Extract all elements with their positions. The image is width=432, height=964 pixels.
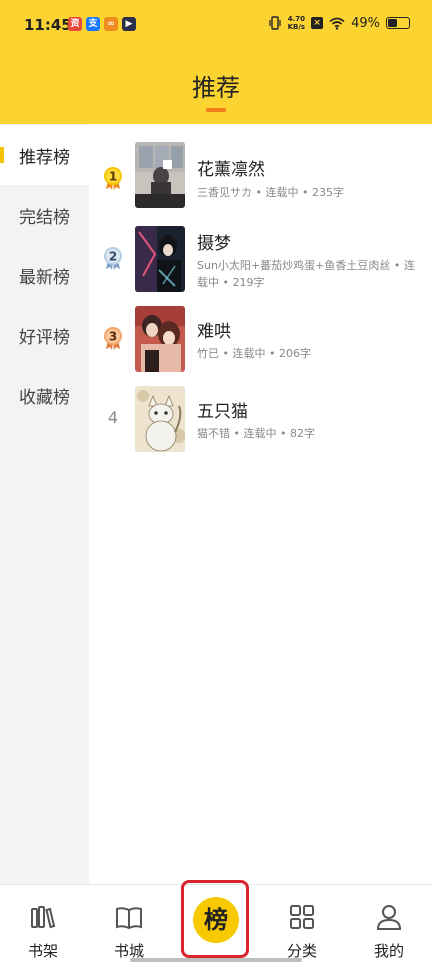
notification-icons: 资 支 ∞ ▶ [68, 17, 136, 31]
gold-medal-icon: 1 [104, 167, 122, 190]
status-bar: 11:45 资 支 ∞ ▶ 4.70 KB/s × 49% [0, 0, 432, 52]
open-book-icon [116, 907, 142, 930]
ranking-tab-highlight [181, 880, 249, 958]
page-title: 推荐 [192, 74, 240, 102]
orange-app-icon: ∞ [104, 17, 118, 31]
book-cover[interactable] [135, 226, 185, 292]
sidebar-item-favorites[interactable]: 收藏榜 [0, 365, 89, 425]
svg-text:3: 3 [109, 330, 117, 344]
nav-label: 书架 [27, 942, 58, 960]
nav-bookstore[interactable]: 书城 [86, 885, 172, 964]
book-cover[interactable] [135, 142, 185, 208]
book-title: 五只猫 [197, 402, 248, 422]
wifi-icon [329, 17, 345, 30]
book-cover[interactable] [135, 386, 185, 452]
home-indicator[interactable] [130, 958, 302, 962]
vibrate-icon [269, 16, 281, 30]
header: 11:45 资 支 ∞ ▶ 4.70 KB/s × 49% 推荐 [0, 0, 432, 124]
no-sim-icon: × [311, 17, 324, 29]
rank-number: 4 [107, 408, 119, 427]
book-title: 花薰凛然 [197, 160, 265, 180]
book-item[interactable]: 3 难哄 竹已 • 连载中 • 206字 [89, 302, 432, 378]
nav-category[interactable]: 分类 [259, 885, 345, 964]
book-cover[interactable] [135, 306, 185, 372]
book-meta: 竹已 • 连载中 • 206字 [197, 347, 311, 360]
battery-icon [386, 17, 410, 29]
sidebar-item-top-rated[interactable]: 好评榜 [0, 305, 89, 365]
sidebar-item-completed[interactable]: 完结榜 [0, 185, 89, 245]
sidebar-item-latest[interactable]: 最新榜 [0, 245, 89, 305]
bronze-medal-icon: 3 [104, 327, 122, 350]
status-time: 11:45 [24, 16, 72, 34]
nav-profile[interactable]: 我的 [346, 885, 432, 964]
book-cover-image [135, 142, 185, 208]
profile-icon [376, 905, 402, 930]
category-grid-icon [290, 905, 314, 929]
book-title: 难哄 [197, 322, 231, 342]
network-speed: 4.70 KB/s [287, 15, 306, 31]
book-item[interactable]: 1 花薰凛然 三香见サカ • 连载中 • 235字 [89, 142, 432, 218]
title-underline [206, 108, 226, 112]
nav-bookshelf[interactable]: 书架 [0, 885, 86, 964]
battery-percent: 49% [351, 15, 380, 31]
battery-fill [388, 19, 398, 27]
book-meta: 猫不错 • 连载中 • 82字 [197, 427, 315, 440]
ranking-sidebar: 推荐榜 完结榜 最新榜 好评榜 收藏榜 [0, 124, 89, 884]
dark-app-icon: ▶ [122, 17, 136, 31]
book-cover-image [135, 306, 185, 372]
book-item[interactable]: 4 五只猫 猫不错 • 连载中 • 82字 [89, 382, 432, 458]
book-title: 摄梦 [197, 234, 231, 254]
book-cover-image [135, 386, 185, 452]
bookshelf-icon [31, 906, 56, 929]
book-meta: Sun小太阳+蕃茄炒鸡蛋+鱼香土豆肉丝 • 连载中 • 219字 [197, 259, 415, 289]
svg-text:1: 1 [109, 170, 117, 184]
red-app-icon: 资 [68, 17, 82, 31]
silver-medal-icon: 2 [104, 247, 122, 270]
nav-label: 我的 [373, 942, 404, 960]
svg-text:2: 2 [109, 250, 117, 264]
sidebar-item-recommend[interactable]: 推荐榜 [0, 125, 89, 185]
status-right: 4.70 KB/s × 49% [268, 15, 410, 31]
book-meta: 三香见サカ • 连载中 • 235字 [197, 186, 344, 199]
book-item[interactable]: 2 摄梦 Sun小太阳+蕃茄炒鸡蛋+鱼香土豆肉丝 • 连载中 • 219字 [89, 222, 432, 298]
book-cover-image [135, 226, 185, 292]
alipay-icon: 支 [86, 17, 100, 31]
